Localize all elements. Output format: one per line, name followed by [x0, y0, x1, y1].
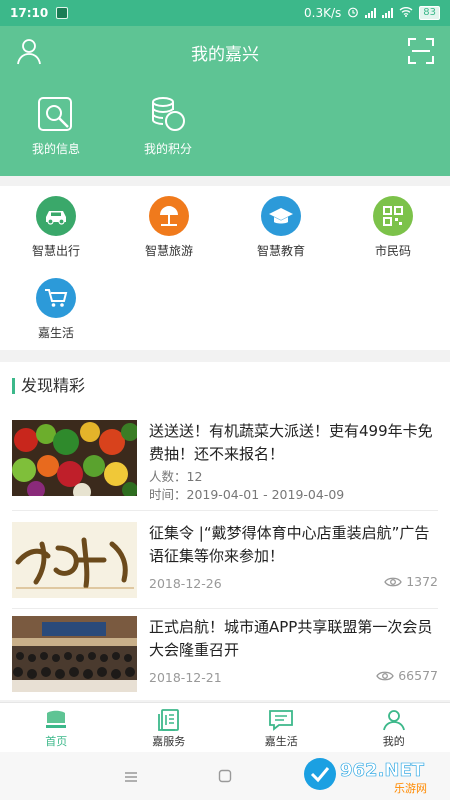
qr-code-icon: [373, 196, 413, 236]
alarm-icon: [347, 6, 359, 21]
service-label: 智慧出行: [31, 244, 80, 258]
my-info-button[interactable]: 我的信息: [16, 96, 96, 157]
menu-button[interactable]: [124, 768, 138, 787]
news-time-range: 时间：2019-04-01 - 2019-04-09: [149, 487, 345, 502]
network-speed: 0.3K/s: [304, 6, 342, 20]
news-item[interactable]: 送送送！有机蔬菜大派送！吏有499年卡免费抽！还不来报名！ 人数：12 时间：2…: [0, 412, 450, 508]
news-title: 征集令 |“戴梦得体育中心店重装启航”广告语征集等你来参加！: [149, 524, 430, 565]
car-icon: [36, 196, 76, 236]
tab-label: 我的: [382, 735, 405, 748]
service-smart-travel[interactable]: 智慧出行: [11, 196, 101, 259]
beach-umbrella-icon: [149, 196, 189, 236]
news-title: 正式启航！城市通APP共享联盟第一次会员大会隆重召开: [149, 618, 433, 659]
divider: [12, 510, 438, 511]
home-system-button[interactable]: [218, 768, 232, 787]
tab-label: 首页: [45, 735, 68, 748]
tab-label: 嘉服务: [152, 735, 186, 748]
menu-icon: [125, 772, 137, 782]
service-jia-life[interactable]: 嘉生活: [11, 278, 101, 341]
news-item[interactable]: 正式启航！城市通APP共享联盟第一次会员大会隆重召开 2018-12-21 66…: [0, 608, 450, 704]
site-watermark: 962.NET 乐游网: [302, 752, 442, 796]
signal-icon: [365, 8, 377, 18]
news-date: 2018-12-21: [149, 670, 222, 685]
news-participants: 人数：12: [149, 469, 203, 484]
service-label: 智慧旅游: [144, 244, 193, 258]
bottom-nav: 首页 嘉服务 嘉生活 我的: [0, 702, 450, 752]
notification-icon: [56, 7, 69, 19]
watermark-sub: 乐游网: [394, 782, 427, 795]
battery-indicator: 83: [419, 6, 440, 20]
coins-icon: [152, 97, 185, 131]
graduation-cap-icon: [261, 196, 301, 236]
wifi-icon: [399, 6, 413, 20]
service-label: 嘉生活: [37, 326, 74, 340]
service-label: 市民码: [374, 244, 411, 258]
service-list-icon: [157, 709, 179, 731]
view-count: 1372: [384, 574, 438, 589]
service-label: 智慧教育: [256, 244, 305, 258]
view-count: 66577: [376, 668, 438, 683]
tab-mine[interactable]: 我的: [338, 703, 450, 752]
conference-image: [12, 616, 137, 692]
section-title: 发现精彩: [12, 378, 85, 394]
chat-bubble-icon: [269, 710, 294, 731]
status-bar: 17:10 0.3K/s 83: [0, 0, 450, 26]
tab-label: 嘉生活: [264, 735, 298, 748]
my-info-label: 我的信息: [31, 142, 80, 156]
news-date: 2018-12-26: [149, 576, 222, 591]
tab-jia-service[interactable]: 嘉服务: [113, 703, 226, 752]
shopping-cart-icon: [36, 278, 76, 318]
signal-icon-2: [382, 8, 394, 18]
service-citizen-code[interactable]: 市民码: [348, 196, 438, 259]
status-time: 17:10: [10, 6, 49, 20]
my-points-button[interactable]: 我的积分: [128, 96, 208, 157]
header: 我的嘉兴 我的信息 我的积分: [0, 26, 450, 176]
my-points-label: 我的积分: [143, 142, 192, 156]
square-icon: [218, 769, 232, 783]
service-smart-education[interactable]: 智慧教育: [236, 196, 326, 259]
person-icon: [382, 710, 405, 731]
view-count-value: 1372: [406, 574, 438, 589]
page-title: 我的嘉兴: [191, 45, 259, 65]
news-item[interactable]: 征集令 |“戴梦得体育中心店重装启航”广告语征集等你来参加！ 2018-12-2…: [0, 514, 450, 610]
scan-icon: [408, 38, 434, 64]
scan-button[interactable]: [406, 36, 436, 66]
tab-jia-life[interactable]: 嘉生活: [225, 703, 338, 752]
tab-home[interactable]: 首页: [0, 703, 113, 752]
service-smart-tourism[interactable]: 智慧旅游: [124, 196, 214, 259]
home-icon: [46, 710, 67, 728]
collection-banner-image: [12, 522, 137, 598]
vegetables-image: [12, 420, 137, 496]
view-count-value: 66577: [398, 668, 438, 683]
discover-section: 发现精彩 送送送！有机蔬菜大派送！吏有499年卡免费抽！还不来报名！ 人数：12…: [0, 362, 450, 700]
services-grid: 智慧出行 智慧旅游 智慧教育 市民码 嘉生活: [0, 186, 450, 350]
eye-icon: [376, 671, 394, 680]
search-card-icon: [38, 97, 72, 131]
eye-icon: [384, 577, 402, 586]
news-title: 送送送！有机蔬菜大派送！吏有499年卡免费抽！还不来报名！: [149, 422, 433, 463]
watermark-main: 962.NET: [340, 760, 425, 781]
